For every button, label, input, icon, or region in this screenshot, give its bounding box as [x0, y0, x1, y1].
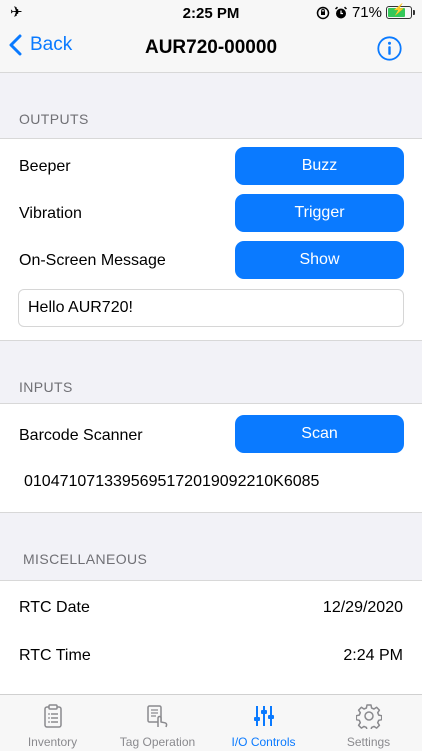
scan-button[interactable]: Scan	[235, 415, 404, 453]
outputs-header: OUTPUTS	[19, 111, 89, 127]
battery-percent: 71%	[351, 4, 382, 21]
barcode-scanner-label: Barcode Scanner	[19, 427, 143, 444]
alarm-icon	[334, 6, 347, 18]
orientation-lock-icon	[316, 6, 330, 19]
rtc-date-value: 12/29/2020	[322, 599, 403, 616]
tab-tag-operation[interactable]: Tag Operation	[105, 695, 210, 751]
rtc-date-label: RTC Date	[19, 599, 90, 616]
on-screen-message-label: On-Screen Message	[19, 252, 166, 269]
tab-inventory-label: Inventory	[27, 735, 78, 749]
vibration-label: Vibration	[19, 205, 82, 222]
inputs-header: INPUTS	[19, 379, 73, 395]
miscellaneous-group: RTC Date 12/29/2020 RTC Time 2:24 PM	[0, 580, 422, 695]
tab-settings[interactable]: Settings	[316, 695, 421, 751]
buzz-button[interactable]: Buzz	[235, 147, 404, 185]
tag-operation-icon	[147, 705, 168, 728]
rtc-time-value: 2:24 PM	[343, 647, 403, 664]
rtc-time-label: RTC Time	[19, 647, 91, 664]
tab-tag-operation-label: Tag Operation	[119, 735, 196, 749]
info-icon[interactable]	[377, 36, 402, 61]
status-right: 71% ⚡	[316, 4, 415, 21]
navigation-bar: Back AUR720-00000	[0, 26, 422, 73]
trigger-button[interactable]: Trigger	[235, 194, 404, 232]
page-title: AUR720-00000	[144, 37, 278, 58]
tab-inventory[interactable]: Inventory	[0, 695, 105, 751]
tab-io-controls-label: I/O Controls	[231, 735, 296, 749]
show-button[interactable]: Show	[235, 241, 404, 279]
tab-settings-label: Settings	[346, 735, 391, 749]
gear-icon	[356, 704, 382, 729]
battery-icon: ⚡	[386, 4, 415, 19]
outputs-group: Beeper Buzz Vibration Trigger On-Screen …	[0, 138, 422, 341]
sliders-icon	[254, 706, 274, 726]
beeper-label: Beeper	[19, 158, 71, 175]
status-bar: ✈ 2:25 PM 71% ⚡	[0, 0, 422, 26]
message-input[interactable]	[18, 289, 404, 327]
miscellaneous-header: MISCELLANEOUS	[23, 551, 148, 567]
tab-io-controls[interactable]: I/O Controls	[211, 695, 316, 751]
clipboard-icon	[44, 704, 62, 728]
tab-bar: Inventory Tag Operation I/O Controls Set…	[0, 694, 422, 751]
scanned-barcode-value: 0104710713395695172019092210K6085	[24, 473, 320, 490]
inputs-group: Barcode Scanner Scan 0104710713395695172…	[0, 403, 422, 513]
